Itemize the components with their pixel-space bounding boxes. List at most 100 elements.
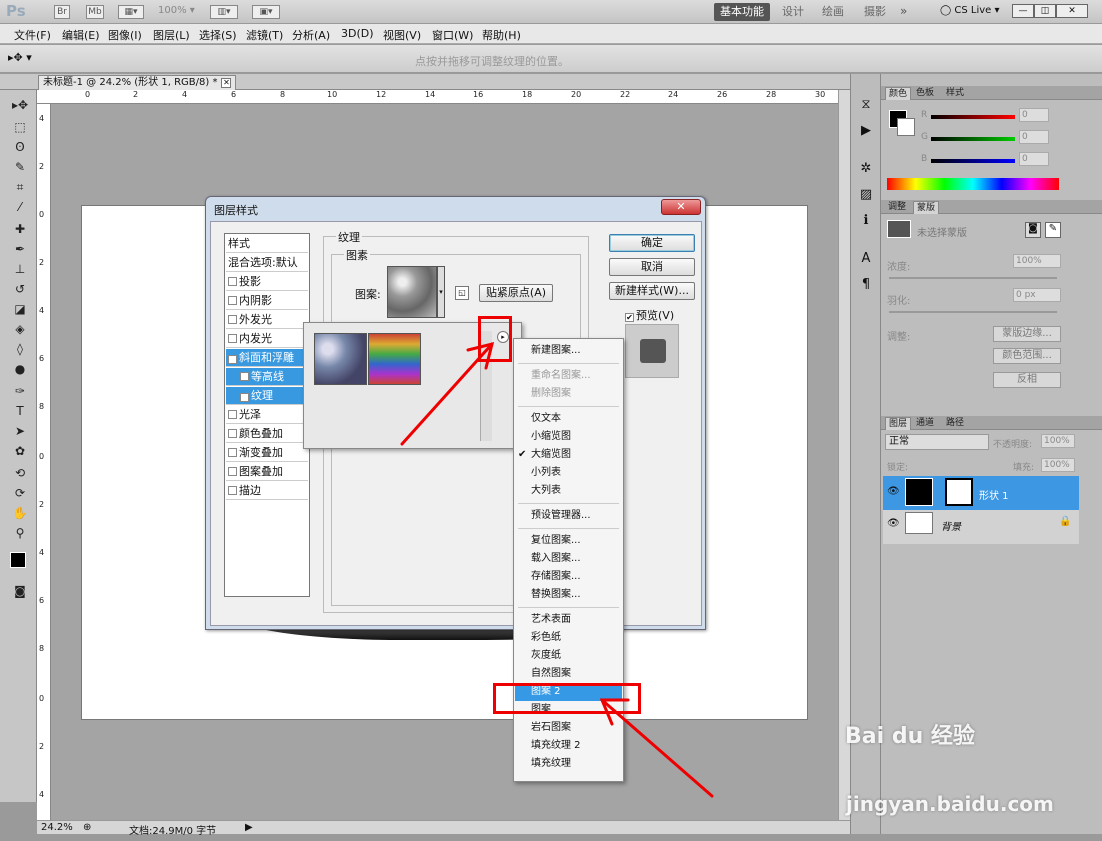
style-list-item[interactable]: ✔ 纹理 [226, 387, 308, 405]
style-list-item[interactable]: 光泽 [226, 406, 308, 424]
tab-styles[interactable]: 样式 [943, 87, 967, 100]
style-checkbox[interactable] [228, 429, 237, 438]
feather-slider[interactable] [889, 311, 1057, 313]
menu-3d[interactable]: 3D(D) [341, 27, 374, 40]
tab-adjustments[interactable]: 调整 [885, 201, 909, 214]
style-list-item[interactable]: 混合选项:默认 [226, 254, 308, 272]
pixel-mask-icon[interactable]: ◙ [1025, 222, 1041, 238]
pattern-thumb-rainbow[interactable] [368, 333, 421, 385]
healing-tool-icon[interactable]: ✚ [11, 220, 29, 238]
menu-layer[interactable]: 图层(L) [153, 27, 190, 43]
style-list-item[interactable]: ✔ 斜面和浮雕 [226, 349, 308, 367]
workspace-essentials[interactable]: 基本功能 [714, 3, 770, 21]
more-workspaces-icon[interactable]: » [900, 4, 907, 18]
minimize-button[interactable]: — [1012, 4, 1034, 18]
channel-r-slider[interactable] [931, 115, 1015, 119]
tab-paths[interactable]: 路径 [943, 417, 967, 430]
menu-file[interactable]: 文件(F) [14, 27, 51, 43]
status-zoom[interactable]: 24.2% [41, 822, 73, 833]
style-list-item[interactable]: 等高线 [226, 368, 308, 386]
channel-r-value[interactable]: 0 [1019, 108, 1049, 122]
minibridge-icon[interactable]: Mb [86, 5, 104, 19]
style-list-item[interactable]: 内阴影 [226, 292, 308, 310]
invert-button[interactable]: 反相 [993, 372, 1061, 388]
layer-row-background[interactable]: 👁 背景 🔒 [883, 510, 1079, 544]
style-checkbox[interactable] [228, 296, 237, 305]
crop-tool-icon[interactable]: ⌗ [11, 178, 29, 196]
zoom-tool-icon[interactable]: ⚲ [11, 524, 29, 542]
ok-button[interactable]: 确定 [609, 234, 695, 252]
layer-row-shape[interactable]: 👁 形状 1 [883, 476, 1079, 510]
menu-item[interactable]: 灰度纸 [515, 647, 622, 665]
marquee-tool-icon[interactable]: ⬚ [11, 118, 29, 136]
style-checkbox[interactable] [228, 334, 237, 343]
quick-mask-icon[interactable]: ◙ [11, 582, 29, 600]
style-checkbox[interactable] [228, 448, 237, 457]
status-menu-arrow-icon[interactable]: ▶ [245, 822, 253, 833]
feather-value[interactable]: 0 px [1013, 288, 1061, 302]
tab-masks[interactable]: 蒙版 [913, 201, 940, 214]
zoom-level[interactable]: 100% ▾ [158, 5, 195, 16]
close-button[interactable]: ✕ [1056, 4, 1088, 18]
history-brush-tool-icon[interactable]: ↺ [11, 280, 29, 298]
channel-g-value[interactable]: 0 [1019, 130, 1049, 144]
channel-b-slider[interactable] [931, 159, 1015, 163]
menu-item[interactable]: 自然图案 [515, 665, 622, 683]
style-checkbox[interactable] [228, 486, 237, 495]
type-tool-icon[interactable]: T [11, 402, 29, 420]
menu-view[interactable]: 视图(V) [383, 27, 421, 43]
snap-to-origin-button[interactable]: 贴紧原点(A) [479, 284, 553, 302]
screen-mode-icon[interactable]: ▣▾ [252, 5, 280, 19]
tab-color[interactable]: 颜色 [885, 87, 912, 100]
menu-item[interactable]: 复位图案... [515, 532, 622, 550]
workspace-photography[interactable]: 摄影 [858, 3, 892, 21]
mask-edge-button[interactable]: 蒙版边缘... [993, 326, 1061, 342]
history-icon[interactable]: ⧖ [857, 96, 875, 114]
menu-item[interactable]: 彩色纸 [515, 629, 622, 647]
visibility-eye-icon[interactable]: 👁 [887, 518, 900, 529]
3d-rotate-tool-icon[interactable]: ⟲ [11, 464, 29, 482]
status-zoom-icon[interactable]: ⊕ [83, 822, 91, 833]
paragraph-icon[interactable]: ¶ [857, 276, 875, 294]
cancel-button[interactable]: 取消 [609, 258, 695, 276]
menu-help[interactable]: 帮助(H) [482, 27, 521, 43]
eyedropper-tool-icon[interactable]: ⁄ [11, 198, 29, 216]
menu-item[interactable]: ✔ 大缩览图 [515, 446, 622, 464]
menu-item[interactable]: 小缩览图 [515, 428, 622, 446]
character-icon[interactable]: A [857, 250, 875, 268]
vertical-scrollbar[interactable] [838, 90, 850, 820]
style-list-item[interactable]: 外发光 [226, 311, 308, 329]
menu-item[interactable]: 载入图案... [515, 550, 622, 568]
menu-item[interactable]: 仅文本 [515, 410, 622, 428]
style-checkbox[interactable] [228, 410, 237, 419]
menu-item[interactable]: 大列表 [515, 482, 622, 500]
menu-item[interactable]: 艺术表面 [515, 611, 622, 629]
style-checkbox[interactable]: ✔ [240, 393, 249, 402]
menu-filter[interactable]: 滤镜(T) [246, 27, 283, 43]
preview-checkbox[interactable]: ✔ 预览(V) [625, 307, 674, 323]
brush-tool-icon[interactable]: ✒ [11, 240, 29, 258]
tool-preset-picker[interactable]: ▸✥ ▾ [8, 51, 50, 67]
style-checkbox[interactable]: ✔ [228, 355, 237, 364]
density-value[interactable]: 100% [1013, 254, 1061, 268]
menu-edit[interactable]: 编辑(E) [62, 27, 100, 43]
close-tab-icon[interactable]: ✕ [221, 78, 232, 88]
new-preset-icon[interactable]: ◱ [455, 286, 469, 300]
channel-b-value[interactable]: 0 [1019, 152, 1049, 166]
path-select-tool-icon[interactable]: ➤ [11, 422, 29, 440]
style-list-item[interactable]: 内发光 [226, 330, 308, 348]
pattern-swatch[interactable] [387, 266, 437, 318]
style-list-item[interactable]: 样式 [226, 235, 308, 253]
quick-select-tool-icon[interactable]: ✎ [11, 158, 29, 176]
workspace-design[interactable]: 设计 [776, 3, 810, 21]
bucket-tool-icon[interactable]: ◈ [11, 320, 29, 338]
color-spectrum[interactable] [887, 178, 1059, 190]
menu-item[interactable]: 岩石图案 [515, 719, 622, 737]
blur-tool-icon[interactable]: ◊ [11, 340, 29, 358]
vector-mask-icon[interactable]: ✎ [1045, 222, 1061, 238]
visibility-eye-icon[interactable]: 👁 [887, 486, 900, 497]
view-extras-icon[interactable]: ▦▾ [118, 5, 144, 19]
stamp-tool-icon[interactable]: ⊥ [11, 260, 29, 278]
dodge-tool-icon[interactable]: ● [11, 360, 29, 378]
pattern-dropdown-arrow-icon[interactable]: ▾ [437, 266, 445, 318]
